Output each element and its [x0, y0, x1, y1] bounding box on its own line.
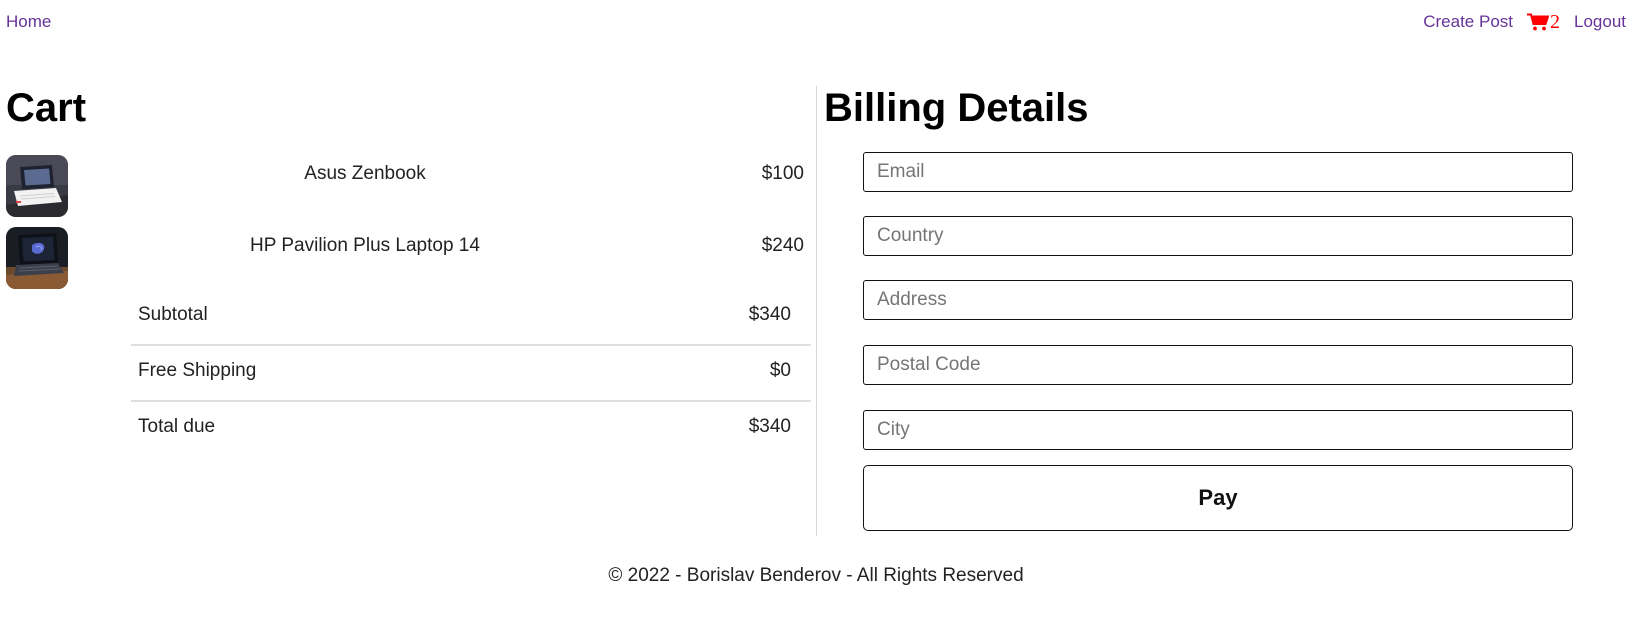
subtotal-label: Subtotal — [138, 304, 208, 325]
shipping-value: $0 — [769, 360, 791, 381]
create-post-link[interactable]: Create Post — [1423, 12, 1513, 32]
home-link[interactable]: Home — [6, 12, 51, 32]
cart-section: Cart Asus Zenbook $100 HP Pavilion Plus … — [6, 78, 816, 437]
city-field[interactable] — [863, 410, 1573, 450]
nav-right-group: Create Post 2 Logout — [1423, 12, 1626, 32]
subtotal-row: Subtotal $340 — [131, 290, 811, 346]
top-nav: Home Create Post 2 Logout — [6, 12, 1626, 36]
column-divider — [816, 86, 817, 536]
product-image — [6, 155, 68, 217]
billing-title: Billing Details — [824, 86, 1089, 130]
total-value: $340 — [748, 416, 791, 437]
cart-item-name: HP Pavilion Plus Laptop 14 — [250, 235, 480, 256]
email-field[interactable] — [863, 152, 1573, 192]
cart-item-price: $240 — [761, 235, 804, 256]
shopping-cart-icon — [1527, 13, 1549, 31]
order-summary: Subtotal $340 Free Shipping $0 Total due… — [131, 290, 811, 456]
cart-item: Asus Zenbook $100 — [6, 155, 804, 217]
total-label: Total due — [138, 416, 216, 437]
country-field[interactable] — [863, 216, 1573, 256]
cart-item-price: $100 — [761, 163, 804, 184]
total-row: Total due $340 — [131, 402, 811, 456]
product-image — [6, 227, 68, 289]
cart-title: Cart — [6, 86, 87, 130]
pay-button[interactable]: Pay — [863, 465, 1573, 531]
address-field[interactable] — [863, 280, 1573, 320]
subtotal-value: $340 — [748, 304, 791, 325]
cart-link[interactable]: 2 — [1527, 11, 1560, 33]
billing-section: Billing Details Pay — [820, 78, 1580, 531]
cart-count-badge: 2 — [1550, 11, 1560, 33]
cart-item-name: Asus Zenbook — [304, 163, 426, 184]
postal-code-field[interactable] — [863, 345, 1573, 385]
cart-item: HP Pavilion Plus Laptop 14 $240 — [6, 227, 804, 289]
shipping-row: Free Shipping $0 — [131, 346, 811, 402]
shipping-label: Free Shipping — [138, 360, 257, 381]
logout-link[interactable]: Logout — [1574, 12, 1626, 32]
footer-copyright: © 2022 - Borislav Benderov - All Rights … — [608, 565, 1024, 586]
